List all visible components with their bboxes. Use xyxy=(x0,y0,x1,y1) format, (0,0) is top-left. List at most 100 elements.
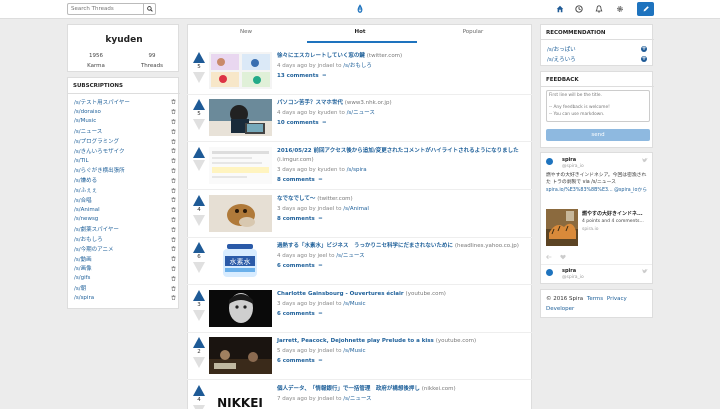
reply-icon[interactable] xyxy=(546,254,552,260)
tab-new[interactable]: New xyxy=(235,29,257,35)
trash-icon[interactable] xyxy=(171,197,176,203)
comments-link[interactable]: 6 comments xyxy=(277,263,315,269)
subscription-link[interactable]: /s/ふぇぇ xyxy=(74,186,97,194)
add-subscription-icon[interactable]: + xyxy=(641,55,647,62)
notifications-button[interactable] xyxy=(591,2,607,16)
add-subscription-icon[interactable]: + xyxy=(641,45,647,52)
subscription-link[interactable]: /s/おもしろ xyxy=(74,235,103,243)
comments-link[interactable]: 8 comments xyxy=(277,216,315,222)
post-thumbnail[interactable] xyxy=(209,147,272,184)
subscription-link[interactable]: /s/プログラミング xyxy=(74,137,119,145)
subscription-link[interactable]: /s/Animal xyxy=(74,207,100,213)
post-thumbnail[interactable] xyxy=(209,99,272,136)
subscription-link[interactable]: /s/嫌める xyxy=(74,176,97,184)
tweet-card[interactable]: 燃やすの大好きインドネ... 4 points and 4 comments..… xyxy=(546,209,650,248)
recommendation-link[interactable]: /s/えろいろ xyxy=(547,55,576,63)
trash-icon[interactable] xyxy=(171,158,176,164)
feedback-textarea[interactable] xyxy=(546,90,650,122)
tab-hot[interactable]: Hot xyxy=(349,29,371,35)
more-options-icon[interactable]: ━ xyxy=(323,120,326,126)
post-subreddit-link[interactable]: /s/ニュース xyxy=(343,396,371,402)
subscription-link[interactable]: /s/動画 xyxy=(74,255,92,263)
upvote-arrow-icon[interactable] xyxy=(193,385,205,396)
subscription-link[interactable]: /s/TIL xyxy=(74,158,89,164)
trash-icon[interactable] xyxy=(171,168,176,173)
post-title[interactable]: 2016/05/22 前回アクセス後から追加/変更されたコメントがハイライトされ… xyxy=(277,148,519,154)
post-thumbnail[interactable] xyxy=(209,52,272,89)
subscription-link[interactable]: /s/画像 xyxy=(74,264,92,272)
subscription-link[interactable]: /s/newsg xyxy=(74,216,98,222)
trash-icon[interactable] xyxy=(171,138,176,144)
post-title[interactable]: 過熱する「水素水」ビジネス うっかりニセ科学にだまされないために xyxy=(277,243,453,249)
tweet-handle[interactable]: @spira_io xyxy=(562,275,584,280)
post-subreddit-link[interactable]: /s/ニュース xyxy=(336,253,364,259)
tweet-handle[interactable]: @spira_io xyxy=(562,164,584,169)
subscription-link[interactable]: /s/gifs xyxy=(74,275,90,281)
upvote-arrow-icon[interactable] xyxy=(193,242,205,253)
more-options-icon[interactable]: ━ xyxy=(319,358,322,364)
post-title[interactable]: 個人データ、「情報銀行」で一括管理 政府が構想後押し xyxy=(277,386,420,392)
trash-icon[interactable] xyxy=(171,226,176,232)
compose-button[interactable] xyxy=(637,2,654,16)
subscription-link[interactable]: /s/Music xyxy=(74,118,96,124)
post-subreddit-link[interactable]: /s/spira xyxy=(347,167,367,173)
post-subreddit-link[interactable]: /s/Animal xyxy=(343,206,369,212)
trash-icon[interactable] xyxy=(171,217,176,222)
activity-button[interactable] xyxy=(571,2,587,16)
home-button[interactable] xyxy=(552,2,568,16)
trash-icon[interactable] xyxy=(171,275,176,281)
upvote-arrow-icon[interactable] xyxy=(193,195,205,206)
trash-icon[interactable] xyxy=(171,207,176,213)
trash-icon[interactable] xyxy=(171,256,176,262)
developer-link[interactable]: Developer xyxy=(546,306,574,312)
downvote-arrow-icon[interactable] xyxy=(193,310,205,321)
comments-link[interactable]: 6 comments xyxy=(277,311,315,317)
trash-icon[interactable] xyxy=(171,295,176,301)
more-options-icon[interactable]: ━ xyxy=(323,73,326,79)
downvote-arrow-icon[interactable] xyxy=(193,357,205,368)
more-options-icon[interactable]: ━ xyxy=(319,263,322,269)
subscription-link[interactable]: /s/劇薬スパイヤー xyxy=(74,225,119,233)
post-title[interactable]: Jarrett, Peacock, Dejohnette play Prelud… xyxy=(277,338,434,344)
trash-icon[interactable] xyxy=(171,177,176,183)
tab-popular[interactable]: Popular xyxy=(458,29,488,35)
post-subreddit-link[interactable]: /s/Music xyxy=(343,348,365,354)
trash-icon[interactable] xyxy=(171,246,176,252)
subscription-link[interactable]: /s/らぐがき横出張所 xyxy=(74,166,125,174)
downvote-arrow-icon[interactable] xyxy=(193,405,205,409)
privacy-link[interactable]: Privacy xyxy=(607,296,627,302)
subscription-link[interactable]: /s/朝 xyxy=(74,284,86,292)
trash-icon[interactable] xyxy=(171,119,176,124)
more-options-icon[interactable]: ━ xyxy=(319,216,322,222)
tweet-author[interactable]: spira xyxy=(562,268,576,274)
post-title[interactable]: 徐々にエスカレートしていく窓の鍵 xyxy=(277,53,365,59)
post-thumbnail[interactable]: NIKKEI xyxy=(209,385,272,409)
send-button[interactable]: send xyxy=(546,129,650,141)
upvote-arrow-icon[interactable] xyxy=(193,99,205,110)
downvote-arrow-icon[interactable] xyxy=(193,262,205,273)
terms-link[interactable]: Terms xyxy=(587,296,603,302)
subscription-link[interactable]: /s/合唱 xyxy=(74,196,92,204)
downvote-arrow-icon[interactable] xyxy=(193,215,205,226)
trash-icon[interactable] xyxy=(171,266,176,271)
upvote-arrow-icon[interactable] xyxy=(193,52,205,63)
post-thumbnail[interactable]: 水素水 xyxy=(209,242,272,279)
trash-icon[interactable] xyxy=(171,99,176,105)
post-subreddit-link[interactable]: /s/Music xyxy=(343,301,365,307)
comments-link[interactable]: 8 comments xyxy=(277,177,315,183)
trash-icon[interactable] xyxy=(171,285,176,291)
subscription-link[interactable]: /s/doraiso xyxy=(74,109,101,115)
upvote-arrow-icon[interactable] xyxy=(193,147,205,158)
comments-link[interactable]: 13 comments xyxy=(277,73,319,79)
subscription-link[interactable]: /s/テスト用スパイヤー xyxy=(74,98,130,106)
downvote-arrow-icon[interactable] xyxy=(193,119,205,130)
trash-icon[interactable] xyxy=(171,148,176,154)
upvote-arrow-icon[interactable] xyxy=(193,337,205,348)
subscription-link[interactable]: /s/きんいろモザイク xyxy=(74,147,124,155)
downvote-arrow-icon[interactable] xyxy=(193,160,205,171)
more-options-icon[interactable]: ━ xyxy=(319,177,322,183)
post-subreddit-link[interactable]: /s/おもしろ xyxy=(343,63,372,69)
post-thumbnail[interactable] xyxy=(209,195,272,232)
subscription-link[interactable]: /s/今期のアニメ xyxy=(74,245,113,253)
subscription-link[interactable]: /s/spira xyxy=(74,295,94,301)
